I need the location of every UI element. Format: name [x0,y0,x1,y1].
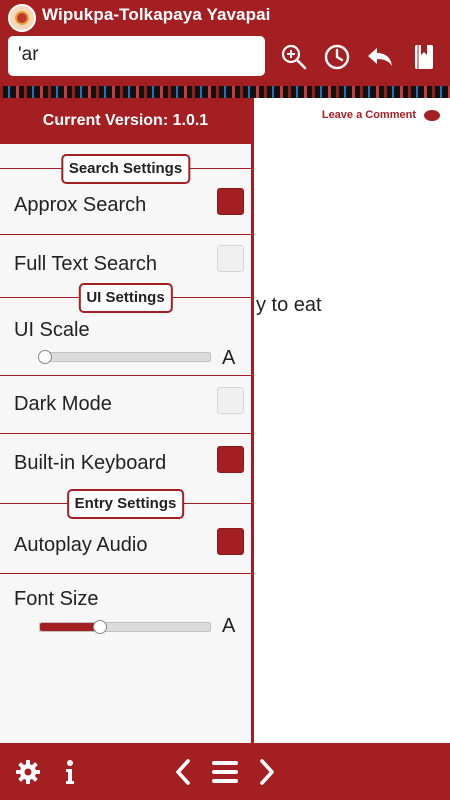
font-size-slider[interactable] [39,620,211,634]
search-settings-header: Search Settings [0,154,251,184]
slider-thumb[interactable] [92,620,107,634]
slider-fill [40,623,100,631]
search-input[interactable]: 'ar [8,36,265,76]
font-size-indicator-label: A [222,615,236,637]
dark-mode-checkbox[interactable] [217,387,244,414]
full-text-search-checkbox[interactable] [217,245,244,272]
next-chevron-icon[interactable] [252,757,282,787]
builtin-keyboard-setting: Built-in Keyboard [0,434,251,497]
version-label: Current Version: 1.0.1 [0,98,251,144]
dark-mode-setting: Dark Mode [0,376,251,434]
menu-icon[interactable] [210,757,240,787]
leave-comment-link[interactable]: Leave a Comment [322,109,440,121]
builtin-keyboard-checkbox[interactable] [217,446,244,473]
approx-search-checkbox[interactable] [217,188,244,215]
back-icon[interactable] [365,42,395,72]
previous-chevron-icon[interactable] [168,757,198,787]
decorative-pattern-strip [0,86,450,98]
setting-label: Font Size [14,588,99,610]
definition-text: y to eat [256,294,322,316]
setting-label: Dark Mode [14,393,112,415]
zoom-in-icon[interactable] [279,42,309,72]
setting-label: Full Text Search [14,253,158,275]
scale-indicator-label: A [222,347,236,369]
info-icon[interactable] [55,757,85,787]
font-size-setting: Font Size A [0,574,251,644]
section-label: Search Settings [60,154,191,184]
autoplay-audio-checkbox[interactable] [217,528,244,555]
ui-scale-slider[interactable] [38,350,211,364]
settings-gear-icon[interactable] [13,757,43,787]
settings-drawer: Current Version: 1.0.1 Search Settings A… [0,98,254,743]
section-label: UI Settings [78,283,173,313]
autoplay-audio-setting: Autoplay Audio [0,519,251,574]
comment-bubble-icon [424,109,440,121]
app-logo [8,4,36,32]
slider-thumb[interactable] [38,350,53,364]
app-title: Wipukpa-Tolkapaya Yavapai [42,5,271,24]
setting-label: Approx Search [14,194,147,216]
setting-label: UI Scale [14,319,90,341]
history-icon[interactable] [322,42,352,72]
section-label: Entry Settings [66,489,185,519]
setting-label: Built-in Keyboard [14,452,167,474]
ui-scale-setting: UI Scale A [0,313,251,376]
leave-comment-label: Leave a Comment [321,109,416,121]
approx-search-setting: Approx Search [0,184,251,235]
bookmarks-icon[interactable] [409,42,439,72]
setting-label: Autoplay Audio [14,534,148,556]
entry-settings-header: Entry Settings [0,489,251,519]
bottom-nav-bar [0,743,450,800]
ui-settings-header: UI Settings [0,283,251,313]
top-app-bar: Wipukpa-Tolkapaya Yavapai 'ar [0,0,450,86]
